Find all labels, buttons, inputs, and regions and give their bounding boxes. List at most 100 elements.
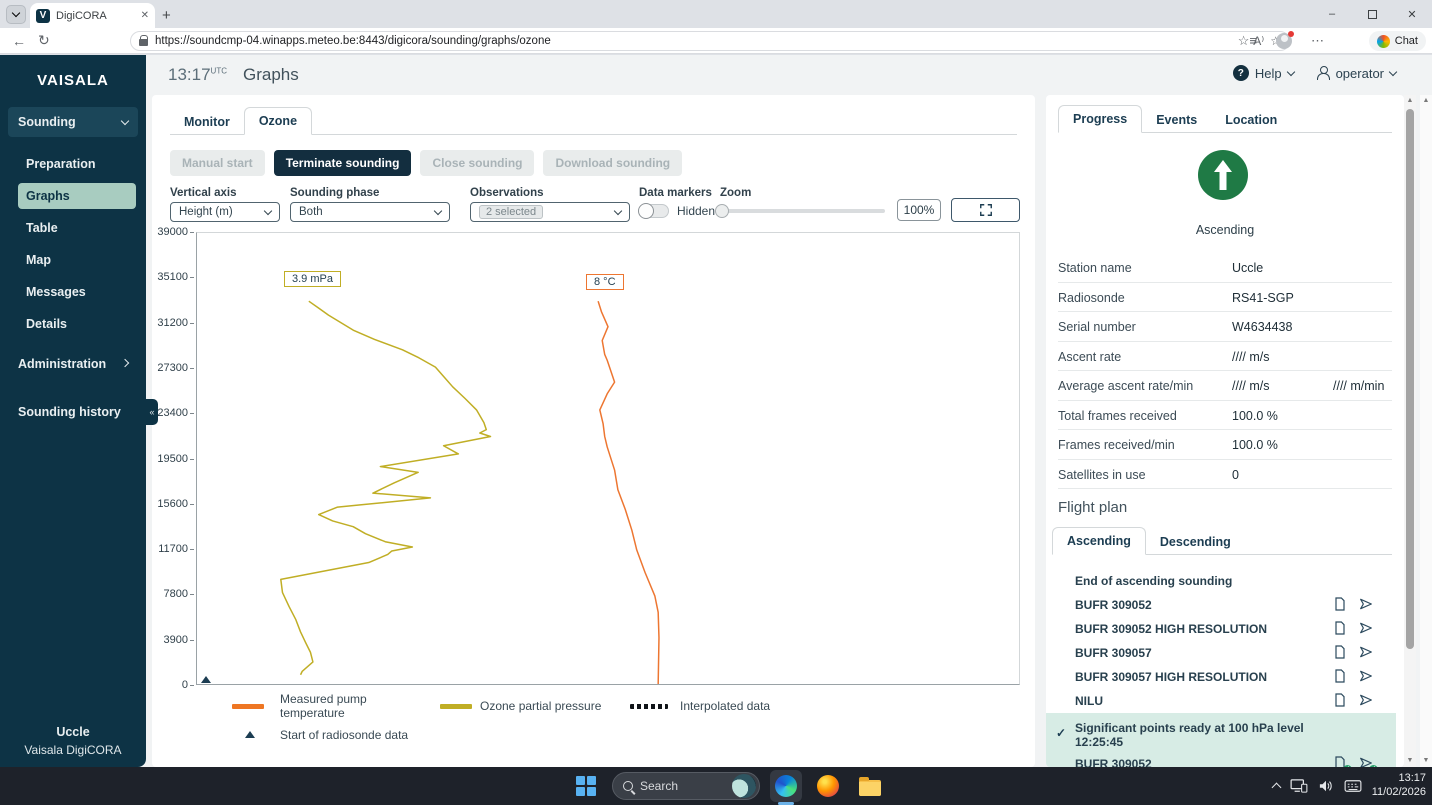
message-document-icon[interactable] (1332, 620, 1348, 636)
download-sounding-button[interactable]: Download sounding (543, 150, 682, 176)
zoom-slider-knob[interactable] (715, 204, 729, 218)
sidebar-item-table[interactable]: Table (18, 215, 136, 241)
minimize-button[interactable]: – (1312, 0, 1352, 28)
tab-location[interactable]: Location (1211, 107, 1291, 133)
input-language-icon[interactable] (1344, 779, 1362, 793)
message-document-icon[interactable] (1332, 596, 1348, 612)
list-item[interactable]: BUFR 309052 ✓ ✓ (1046, 752, 1396, 767)
observations-select[interactable]: 2 selected (470, 202, 630, 222)
scroll-down-arrow[interactable]: ▼ (1420, 755, 1432, 767)
user-menu[interactable]: operator (1316, 66, 1396, 81)
tab-events[interactable]: Events (1142, 107, 1211, 133)
page-scrollbar[interactable]: ▲ ▼ (1420, 95, 1432, 767)
sidebar-item-administration[interactable]: Administration (8, 351, 138, 377)
sounding-phase-select[interactable]: Both (290, 202, 450, 222)
send-message-icon[interactable]: ✓ (1358, 755, 1374, 767)
message-document-icon[interactable] (1332, 644, 1348, 660)
zoom-value-input[interactable]: 100% (897, 199, 941, 221)
sidebar-item-graphs[interactable]: Graphs (18, 183, 136, 209)
lock-icon (139, 35, 149, 47)
y-axis-tick-label: 39000 (157, 226, 188, 238)
stat-label: Ascent rate (1058, 350, 1121, 364)
list-item[interactable]: BUFR 309052 (1046, 593, 1396, 617)
manual-start-button[interactable]: Manual start (170, 150, 265, 176)
send-message-icon[interactable] (1358, 644, 1374, 660)
display-devices-icon[interactable] (1290, 779, 1308, 793)
message-document-icon[interactable] (1332, 668, 1348, 684)
list-item[interactable]: End of ascending sounding (1046, 569, 1396, 593)
close-button[interactable]: ✕ (1392, 0, 1432, 28)
stat-label: Total frames received (1058, 409, 1177, 423)
terminate-sounding-button[interactable]: Terminate sounding (274, 150, 412, 176)
y-axis-tick-mark (190, 640, 194, 641)
chevron-down-icon (121, 116, 129, 124)
legend-interpolated: Interpolated data (680, 699, 770, 713)
volume-icon[interactable] (1318, 779, 1334, 793)
refresh-icon[interactable]: ↻ (38, 32, 50, 49)
send-message-icon[interactable] (1358, 596, 1374, 612)
tab-descending[interactable]: Descending (1146, 529, 1245, 555)
system-tray: 13:17 11/02/2026 (1273, 767, 1426, 805)
start-button[interactable] (570, 770, 602, 802)
url-field[interactable]: https://soundcmp-04.winapps.meteo.be:844… (130, 31, 1290, 51)
message-document-icon[interactable]: ✓ (1332, 755, 1348, 767)
sidebar-collapse-button[interactable]: « (146, 399, 158, 425)
hidden-icons-chevron[interactable] (1271, 783, 1281, 793)
sidebar-submenu: Preparation Graphs Table Map Messages De… (0, 151, 146, 337)
chevron-down-icon (1286, 67, 1294, 75)
browser-tab[interactable]: V DigiCORA ✕ (30, 3, 155, 28)
sidebar-item-label: Sounding (18, 115, 76, 129)
send-message-icon[interactable] (1358, 668, 1374, 684)
list-item[interactable]: ✓ Significant points ready at 100 hPa le… (1046, 716, 1396, 752)
tab-ozone[interactable]: Ozone (244, 107, 312, 135)
tab-ascending[interactable]: Ascending (1052, 527, 1146, 555)
taskbar-edge-button[interactable] (770, 770, 802, 802)
list-item[interactable]: BUFR 309057 HIGH RESOLUTION (1046, 665, 1396, 689)
new-tab-button[interactable]: + (162, 7, 171, 24)
vertical-axis-select[interactable]: Height (m) (170, 202, 280, 222)
scrollbar-thumb[interactable] (1406, 109, 1414, 649)
sidebar-item-map[interactable]: Map (18, 247, 136, 273)
folder-icon (859, 780, 881, 796)
restore-button[interactable] (1352, 0, 1392, 28)
flight-plan-list: End of ascending sounding BUFR 309052 BU… (1046, 569, 1396, 767)
taskbar-firefox-button[interactable] (812, 770, 844, 802)
browser-chrome: V DigiCORA ✕ + – ✕ ← ↻ https://soundcmp-… (0, 0, 1432, 55)
tab-close-icon[interactable]: ✕ (141, 10, 149, 21)
panel-scrollbar[interactable]: ▲ ▼ (1404, 95, 1416, 767)
table-row: Station nameUccle (1058, 253, 1392, 283)
sidebar-item-sounding[interactable]: Sounding (8, 107, 138, 137)
close-sounding-button[interactable]: Close sounding (420, 150, 534, 176)
scroll-up-arrow[interactable]: ▲ (1404, 95, 1416, 107)
help-menu[interactable]: ? Help (1233, 65, 1294, 81)
table-row: RadiosondeRS41-SGP (1058, 283, 1392, 313)
message-document-icon[interactable] (1332, 692, 1348, 708)
send-message-icon[interactable] (1358, 620, 1374, 636)
ozone-annotation: 3.9 mPa (284, 271, 341, 287)
sidebar-item-messages[interactable]: Messages (18, 279, 136, 305)
list-item[interactable]: NILU (1046, 689, 1396, 713)
fullscreen-button[interactable] (951, 198, 1020, 222)
list-item[interactable]: BUFR 309052 HIGH RESOLUTION (1046, 617, 1396, 641)
data-markers-toggle[interactable] (639, 204, 669, 218)
back-icon[interactable]: ← (12, 33, 26, 49)
scroll-up-arrow[interactable]: ▲ (1420, 95, 1432, 107)
list-item[interactable]: BUFR 309057 (1046, 641, 1396, 665)
send-message-icon[interactable] (1358, 692, 1374, 708)
zoom-slider[interactable] (717, 209, 885, 213)
scroll-down-arrow[interactable]: ▼ (1404, 755, 1416, 767)
sidebar-item-sounding-history[interactable]: Sounding history (8, 399, 138, 425)
tab-progress[interactable]: Progress (1058, 105, 1142, 133)
copilot-chat-button[interactable]: Chat (1369, 31, 1426, 51)
profile-avatar[interactable] (1276, 33, 1292, 49)
taskbar-clock[interactable]: 13:17 11/02/2026 (1372, 772, 1426, 800)
tab-actions-menu-button[interactable] (6, 5, 26, 24)
status-label: Ascending (1046, 223, 1404, 237)
sidebar-item-preparation[interactable]: Preparation (18, 151, 136, 177)
taskbar-explorer-button[interactable] (854, 770, 886, 802)
more-menu-icon[interactable]: ⋯ (1311, 33, 1324, 49)
taskbar-search[interactable]: Search (612, 772, 760, 800)
tab-monitor[interactable]: Monitor (170, 109, 244, 135)
favorites-bar-icon[interactable]: ☆≡ (1238, 33, 1257, 49)
sidebar-item-details[interactable]: Details (18, 311, 136, 337)
